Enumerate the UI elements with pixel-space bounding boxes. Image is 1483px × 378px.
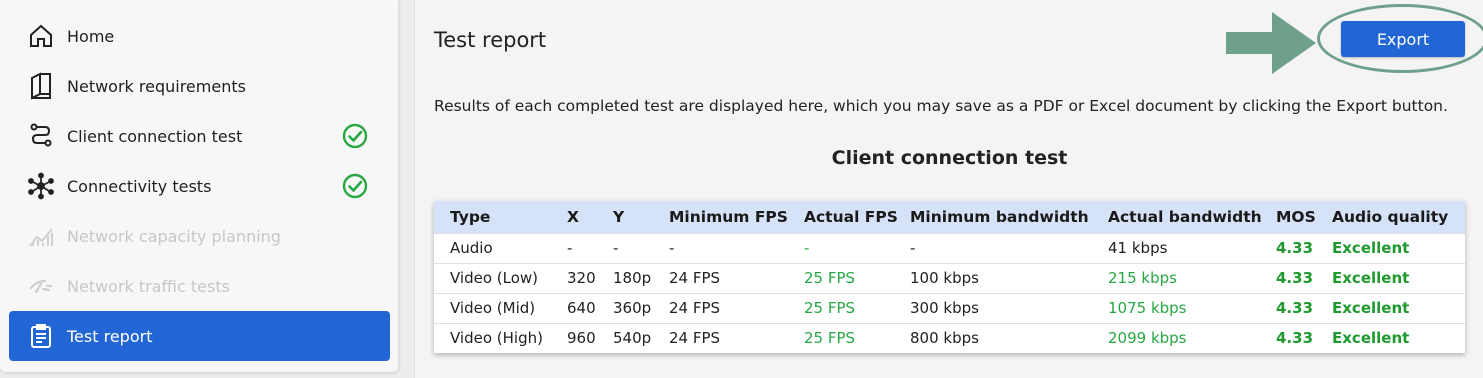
sidebar-item-network-capacity-planning: Network capacity planning [9,211,390,261]
sidebar-item-home[interactable]: Home [9,11,390,61]
table-cell: Video (High) [450,329,543,348]
column-header: MOS [1276,207,1316,226]
table-cell: 215 kbps [1108,269,1177,287]
results-table: Type X Y Minimum FPS Actual FPS Minimum … [434,201,1465,353]
book-icon [27,72,55,100]
table-cell: 320 [567,269,596,287]
table-cell: Excellent [1332,239,1410,257]
table-cell: 4.33 [1276,329,1314,348]
table-cell: 4.33 [1276,269,1314,287]
table-cell: 4.33 [1276,239,1314,257]
table-cell: Excellent [1332,299,1410,317]
column-header: Y [613,207,625,226]
export-button[interactable]: Export [1341,21,1465,57]
sidebar-item-connectivity-tests[interactable]: Connectivity tests [9,161,390,211]
home-icon [27,22,55,50]
table-cell: Video (Mid) [450,299,536,317]
table-cell: Excellent [1332,329,1410,348]
check-circle-icon [342,123,368,149]
table-cell: 1075 kbps [1108,299,1187,317]
sidebar-item-label: Home [67,26,115,46]
sidebar-item-test-report[interactable]: Test report [9,311,390,361]
sidebar-item-label: Client connection test [67,126,243,146]
traffic-icon [27,272,55,300]
table-cell: Excellent [1332,269,1410,287]
table-cell: 800 kbps [910,329,979,348]
annotation-arrow-icon [1226,12,1316,74]
table-cell: 24 FPS [669,269,721,287]
table-row: Audio - - - - - 41 kbps 4.33 Excellent [434,233,1465,263]
table-cell: 640 [567,299,596,317]
column-header: Audio quality [1332,207,1449,226]
column-header: Type [450,207,491,226]
page-description: Results of each completed test are displ… [434,97,1448,115]
table-cell: - [804,239,810,257]
table-cell: 4.33 [1276,299,1314,317]
table-cell: 180p [613,269,652,287]
table-cell: - [613,239,619,257]
sidebar-item-client-connection-test[interactable]: Client connection test [9,111,390,161]
sidebar-item-label: Network requirements [67,76,246,96]
sidebar-item-label: Connectivity tests [67,176,212,196]
table-cell: 25 FPS [804,299,856,317]
column-header: Actual FPS [804,207,898,226]
sidebar-item-label: Network capacity planning [67,226,281,246]
column-header: Minimum bandwidth [910,207,1089,226]
table-cell: 25 FPS [804,269,856,287]
sidebar-item-network-requirements[interactable]: Network requirements [9,61,390,111]
route-icon [27,122,55,150]
check-circle-icon [342,173,368,199]
table-cell: 25 FPS [804,329,856,348]
table-cell: 100 kbps [910,269,979,287]
table-cell: 300 kbps [910,299,979,317]
sidebar-item-label: Test report [67,326,153,346]
table-cell: - [910,239,916,257]
table-cell: Video (Low) [450,269,539,287]
column-header: X [567,207,579,226]
table-cell: Audio [450,239,493,257]
network-icon [27,172,55,200]
section-title: Client connection test [831,147,1068,169]
table-cell: 360p [613,299,652,317]
table-row: Video (High) 960 540p 24 FPS 25 FPS 800 … [434,323,1465,353]
capacity-chart-icon [27,222,55,250]
table-cell: 960 [567,329,596,348]
main-panel: Test report Export Results of each compl… [414,0,1483,378]
table-cell: 540p [613,329,652,348]
table-cell: 24 FPS [669,329,721,348]
sidebar-item-network-traffic-tests: Network traffic tests [9,261,390,311]
table-cell: 24 FPS [669,299,721,317]
column-header: Minimum FPS [669,207,788,226]
column-header: Actual bandwidth [1108,207,1262,226]
page-title: Test report [434,28,547,52]
table-cell: - [669,239,675,257]
table-cell: 41 kbps [1108,239,1168,257]
table-header-row: Type X Y Minimum FPS Actual FPS Minimum … [434,201,1465,233]
sidebar: Home Network requirements Client connect… [0,0,399,372]
table-cell: - [567,239,573,257]
table-row: Video (Low) 320 180p 24 FPS 25 FPS 100 k… [434,263,1465,293]
clipboard-icon [27,322,55,350]
table-row: Video (Mid) 640 360p 24 FPS 25 FPS 300 k… [434,293,1465,323]
sidebar-item-label: Network traffic tests [67,276,230,296]
table-cell: 2099 kbps [1108,329,1187,348]
